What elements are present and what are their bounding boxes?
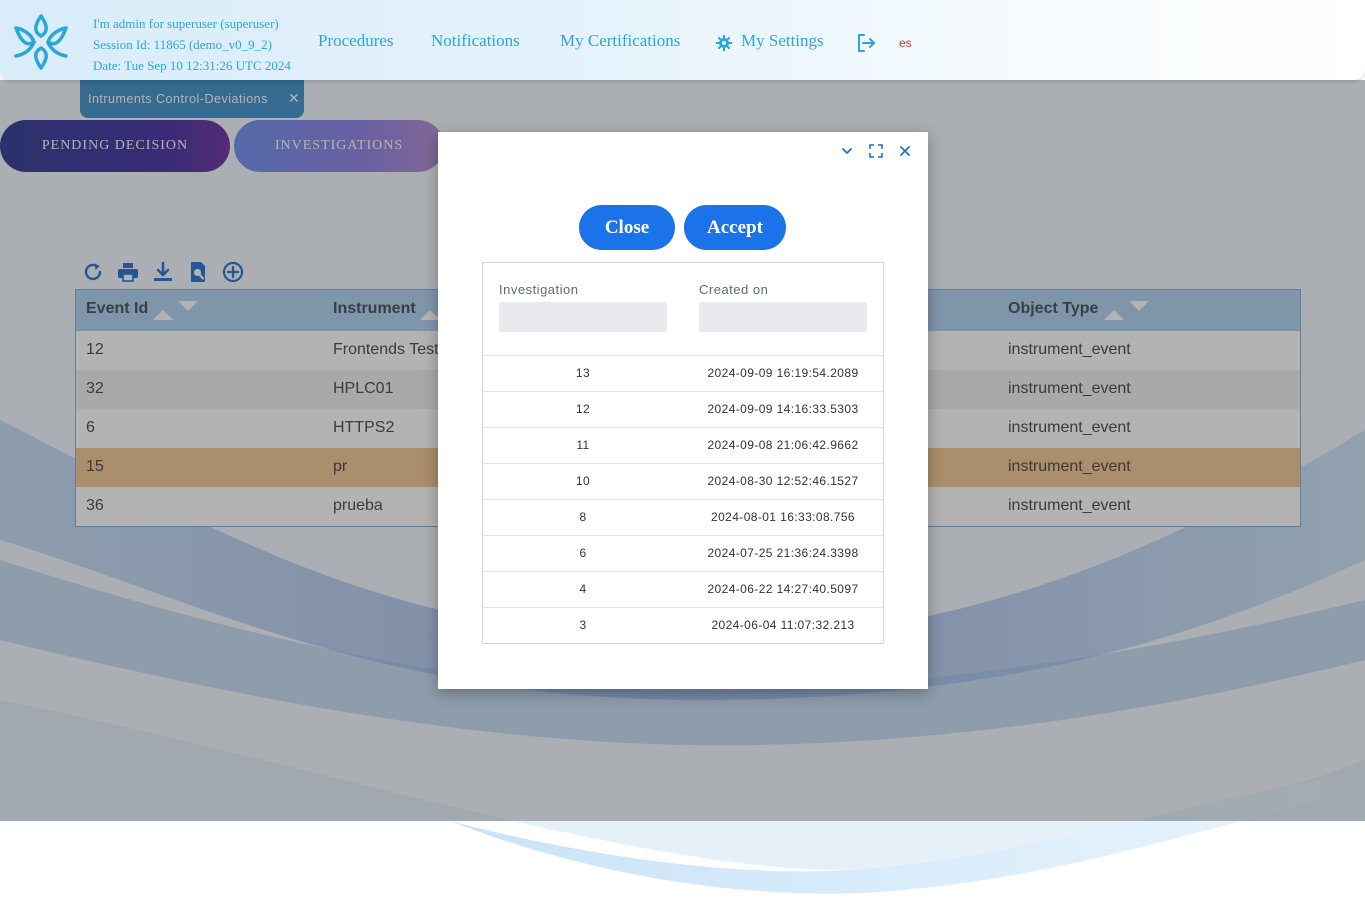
cell-investigation-id: 13 — [575, 366, 591, 380]
close-button[interactable]: Close — [579, 205, 675, 250]
created-on-filter-input[interactable] — [699, 302, 867, 332]
col-header-created-on[interactable]: Created on — [699, 282, 768, 297]
table-row[interactable]: 13 2024-09-09 16:19:54.2089 — [483, 355, 883, 392]
table-row[interactable]: 4 2024-06-22 14:27:40.5097 — [483, 571, 883, 608]
language-switch[interactable]: es — [899, 36, 912, 50]
cell-investigation-id: 4 — [579, 582, 587, 596]
nav-my-settings[interactable]: My Settings — [741, 31, 824, 51]
col-header-investigation[interactable]: Investigation — [499, 282, 579, 297]
cell-investigation-id: 8 — [579, 510, 587, 524]
cell-investigation-id: 12 — [575, 402, 591, 416]
cell-investigation-id: 6 — [579, 546, 587, 560]
cell-investigation-id: 10 — [575, 474, 591, 488]
cell-created-on: 2024-09-09 16:19:54.2089 — [707, 366, 859, 380]
nav-my-certifications[interactable]: My Certifications — [560, 31, 680, 51]
cell-created-on: 2024-08-30 12:52:46.1527 — [707, 474, 859, 488]
session-user: I'm admin for superuser (superuser) — [93, 16, 279, 31]
app-header: I'm admin for superuser (superuser) Sess… — [0, 0, 1365, 80]
cell-created-on: 2024-06-22 14:27:40.5097 — [707, 582, 859, 596]
close-icon[interactable] — [898, 144, 912, 158]
session-info: I'm admin for superuser (superuser) Sess… — [93, 13, 291, 76]
table-row[interactable]: 6 2024-07-25 21:36:24.3398 — [483, 535, 883, 572]
investigations-dialog: Close Accept Investigation Created on 13… — [438, 132, 928, 689]
cell-created-on: 2024-09-09 14:16:33.5303 — [707, 402, 859, 416]
investigation-filter-input[interactable] — [499, 302, 667, 332]
nav-notifications[interactable]: Notifications — [431, 31, 520, 51]
table-row[interactable]: 10 2024-08-30 12:52:46.1527 — [483, 463, 883, 500]
session-date: Date: Tue Sep 10 12:31:26 UTC 2024 — [93, 58, 291, 73]
session-id: Session Id: 11865 (demo_v0_9_2) — [93, 37, 272, 52]
app-logo[interactable] — [10, 8, 72, 76]
cell-created-on: 2024-09-08 21:06:42.9662 — [707, 438, 859, 452]
table-row[interactable]: 12 2024-09-09 14:16:33.5303 — [483, 391, 883, 428]
accept-button[interactable]: Accept — [684, 205, 786, 250]
minimize-icon[interactable] — [840, 144, 854, 158]
gear-icon[interactable] — [716, 35, 732, 51]
cell-investigation-id: 3 — [579, 618, 587, 632]
cell-created-on: 2024-08-01 16:33:08.756 — [711, 510, 855, 524]
cell-created-on: 2024-07-25 21:36:24.3398 — [707, 546, 859, 560]
investigations-table: Investigation Created on 13 2024-09-09 1… — [482, 262, 884, 644]
cell-investigation-id: 11 — [576, 438, 590, 452]
maximize-icon[interactable] — [869, 144, 883, 158]
nav-procedures[interactable]: Procedures — [318, 31, 394, 51]
table-row[interactable]: 3 2024-06-04 11:07:32.213 — [483, 607, 883, 644]
table-row[interactable]: 11 2024-09-08 21:06:42.9662 — [483, 427, 883, 464]
cell-created-on: 2024-06-04 11:07:32.213 — [711, 618, 855, 632]
table-row[interactable]: 8 2024-08-01 16:33:08.756 — [483, 499, 883, 536]
logout-icon[interactable] — [856, 33, 876, 53]
